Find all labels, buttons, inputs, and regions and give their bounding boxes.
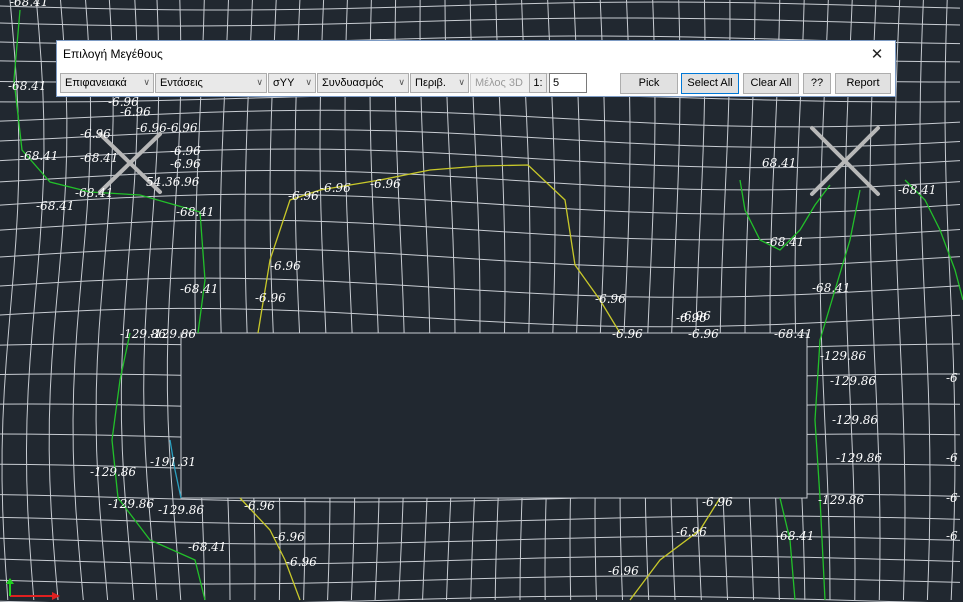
report-button[interactable]: Report: [835, 73, 891, 94]
contour-label: -6: [946, 529, 958, 543]
contour-label: -6.96: [286, 555, 317, 569]
combination-combo[interactable]: Συνδυασμός ∨: [317, 73, 409, 93]
contour-label: -6.96: [608, 564, 639, 578]
contour-label: -6.96: [244, 499, 275, 513]
scale-input[interactable]: [549, 73, 587, 93]
chevron-down-icon: ∨: [458, 78, 465, 88]
contour-label: 54.36.96: [146, 175, 200, 189]
contour-label: -129.86: [108, 497, 154, 511]
combo-value: Επιφανειακά: [65, 77, 127, 89]
clear-all-button[interactable]: Clear All: [743, 73, 799, 94]
contour-label: -6: [946, 371, 958, 385]
chevron-down-icon: ∨: [143, 78, 150, 88]
contour-label: -129.86: [150, 327, 196, 341]
contour-label: -6.96: [612, 327, 643, 341]
contour-label: -6.96: [688, 327, 719, 341]
contour-label: -6.96: [288, 189, 319, 203]
select-quantity-dialog: Επιλογή Μεγέθους ✕ Επιφανειακά ∨ Εντάσει…: [56, 40, 896, 97]
combo-value: Εντάσεις: [160, 77, 203, 89]
envelope-combo[interactable]: Περιβ. ∨: [410, 73, 469, 93]
contour-label: -129.86: [90, 465, 136, 479]
contour-label: -129.86: [830, 374, 876, 388]
stress-combo[interactable]: σYY ∨: [268, 73, 316, 93]
chevron-down-icon: ∨: [398, 78, 405, 88]
contour-label: -68.41: [80, 151, 118, 165]
contour-label: -6.96-6.96: [136, 121, 198, 135]
contour-label: -191.31: [150, 455, 196, 469]
contour-label: -68.41: [20, 149, 58, 163]
contour-label: -129.86: [820, 349, 866, 363]
contour-label: -6.96: [370, 177, 401, 191]
pick-button[interactable]: Pick: [620, 73, 678, 94]
contour-label: -68.41: [898, 183, 936, 197]
surface-combo[interactable]: Επιφανειακά ∨: [60, 73, 154, 93]
contour-label: -6.96: [274, 530, 305, 544]
contour-label: -6.96: [320, 181, 351, 195]
contour-label: -6.96: [595, 292, 626, 306]
contour-label: -6.96: [80, 127, 111, 141]
contour-label: -6.96: [680, 309, 711, 323]
dialog-title: Επιλογή Μεγέθους: [63, 47, 163, 61]
contour-label: -129.86: [832, 413, 878, 427]
opening-region: [180, 332, 808, 499]
contour-label: -68.41: [776, 529, 814, 543]
contour-label: -6.96: [170, 157, 201, 171]
contour-label: -6.96: [702, 495, 733, 509]
contour-label: -6.96: [270, 259, 301, 273]
contour-label: -6.96: [255, 291, 286, 305]
contour-label: -68.41: [812, 281, 850, 295]
chevron-down-icon: ∨: [305, 78, 312, 88]
contour-label: -129.86: [836, 451, 882, 465]
contour-label: -68.41: [188, 540, 226, 554]
forces-combo[interactable]: Εντάσεις ∨: [155, 73, 267, 93]
contour-label: -68.41: [774, 327, 812, 341]
contour-label: -68.41: [8, 79, 46, 93]
contour-label: -68.41: [766, 235, 804, 249]
contour-label: 68.41: [762, 156, 796, 170]
combo-value: Συνδυασμός: [322, 77, 384, 89]
select-all-button[interactable]: Select All: [681, 73, 739, 94]
contour-label: -68.41: [176, 205, 214, 219]
chevron-down-icon: ∨: [256, 78, 263, 88]
contour-label: -6.96: [120, 105, 151, 119]
combo-value: Περιβ.: [415, 77, 446, 89]
scale-prefix: 1:: [529, 73, 547, 93]
contour-label: -6: [946, 451, 958, 465]
contour-label: -68.41: [180, 282, 218, 296]
close-button[interactable]: ✕: [865, 43, 889, 65]
contour-label: -68.41: [75, 186, 113, 200]
contour-label: -129.86: [158, 503, 204, 517]
contour-label: -6.96: [676, 525, 707, 539]
contour-label: -6.96: [170, 144, 201, 158]
contour-label: -129.86: [818, 493, 864, 507]
combo-value: Μέλος 3D: [475, 77, 523, 89]
combo-value: σYY: [273, 77, 295, 89]
contour-label: -68.41: [10, 0, 48, 9]
help-button[interactable]: ??: [803, 73, 831, 94]
contour-label: -68.41: [36, 199, 74, 213]
contour-label: -6: [946, 491, 958, 505]
